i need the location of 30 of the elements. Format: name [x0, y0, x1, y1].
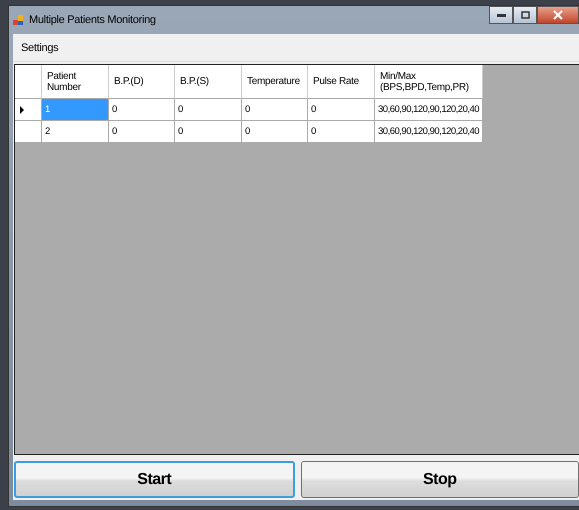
column-header[interactable]: Temperature — [242, 65, 308, 99]
minimize-icon — [496, 14, 506, 16]
column-header[interactable]: Pulse Rate — [308, 65, 375, 99]
maximize-button[interactable] — [513, 6, 537, 24]
table-cell[interactable]: 30,60,90,120,90,120,20,40 — [375, 99, 483, 121]
column-header[interactable]: Patient Number — [42, 65, 109, 99]
menu-item[interactable]: Settings — [17, 40, 62, 56]
app-icon — [13, 14, 24, 26]
window-title: Multiple Patients Monitoring — [29, 14, 156, 26]
table-cell[interactable]: 0 — [109, 99, 175, 121]
table-cell[interactable]: 2 — [42, 121, 109, 143]
table-cell[interactable]: 0 — [242, 99, 308, 121]
table-cell[interactable]: 0 — [175, 121, 242, 143]
maximize-icon — [520, 11, 530, 19]
column-header[interactable]: B.P.(S) — [175, 65, 242, 99]
column-header[interactable]: Min/Max (BPS,BPD,Temp,PR) — [375, 65, 483, 99]
table-cell[interactable]: 30,60,90,120,90,120,20,40 — [375, 121, 483, 143]
table-cell[interactable]: 0 — [308, 121, 375, 143]
minimize-button[interactable] — [489, 6, 513, 24]
table-cell[interactable]: 0 — [109, 121, 175, 143]
close-button[interactable] — [537, 6, 579, 24]
current-row-icon — [20, 106, 24, 114]
close-icon — [553, 10, 563, 20]
column-header[interactable]: B.P.(D) — [109, 65, 175, 99]
row-header[interactable] — [15, 99, 42, 121]
table-cell[interactable]: 0 — [175, 99, 242, 121]
stop-button[interactable]: Stop — [300, 461, 579, 498]
start-button[interactable]: Start — [14, 461, 294, 498]
table-cell[interactable]: 0 — [242, 121, 308, 143]
table-cell[interactable]: 0 — [308, 99, 375, 121]
